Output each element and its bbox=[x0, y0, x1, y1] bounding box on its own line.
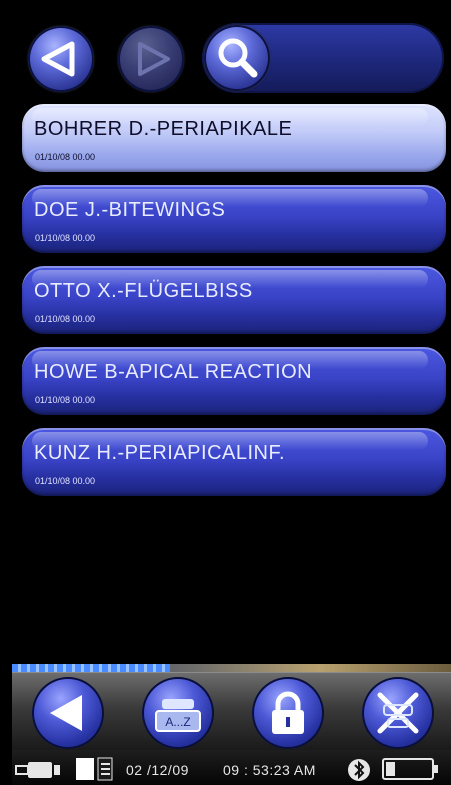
search-button[interactable] bbox=[204, 25, 270, 91]
sort-az-icon: A...Z bbox=[155, 699, 201, 732]
battery-indicator bbox=[382, 758, 438, 780]
record-item[interactable]: DOE J.-BITEWINGS 01/10/08 00.00 bbox=[22, 185, 446, 253]
record-date: 01/10/08 00.00 bbox=[35, 314, 96, 324]
search-input[interactable] bbox=[282, 36, 436, 82]
toolbar-back-button[interactable] bbox=[32, 677, 104, 749]
forward-button[interactable] bbox=[118, 26, 184, 92]
bluetooth-icon bbox=[348, 759, 370, 781]
status-bar: 02 /12/09 09 : 53:23 AM bbox=[12, 750, 451, 785]
record-date: 01/10/08 00.00 bbox=[35, 395, 96, 405]
record-item[interactable]: BOHRER D.-PERIAPIKALE 01/10/08 00.00 bbox=[22, 104, 446, 172]
record-name: OTTO X.-FLÜGELBIß bbox=[34, 280, 253, 302]
sort-az-button[interactable]: A...Z bbox=[142, 677, 214, 749]
record-name: HOWE B-APICAL REACTION bbox=[34, 361, 313, 383]
sort-label: A...Z bbox=[165, 715, 190, 729]
record-date: 01/10/08 00.00 bbox=[35, 233, 96, 243]
back-button[interactable] bbox=[28, 26, 94, 92]
arrow-left-icon bbox=[50, 695, 82, 731]
record-name: DOE J.-BITEWINGS bbox=[34, 199, 226, 221]
lock-icon bbox=[272, 691, 304, 734]
record-item[interactable]: HOWE B-APICAL REACTION 01/10/08 00.00 bbox=[22, 347, 446, 415]
cancel-button[interactable] bbox=[362, 677, 434, 749]
progress-bar bbox=[12, 664, 451, 672]
progress-fill bbox=[12, 664, 171, 672]
record-name: KUNZ H.-PERIAPICALINF. bbox=[34, 442, 286, 464]
record-name: BOHRER D.-PERIAPIKALE bbox=[34, 118, 293, 140]
screen: BOHRER D.-PERIAPIKALE 01/10/08 00.00 DOE J… bbox=[12, 0, 451, 785]
triangle-right-icon bbox=[138, 42, 170, 76]
cancel-x-icon bbox=[377, 692, 419, 734]
record-item[interactable]: OTTO X.-FLÜGELBIß 01/10/08 00.00 bbox=[22, 266, 446, 334]
record-date: 01/10/08 00.00 bbox=[35, 152, 96, 162]
status-time: 09 : 53:23 AM bbox=[223, 762, 316, 778]
bottom-toolbar: A...Z bbox=[12, 672, 451, 751]
status-date: 02 /12/09 bbox=[126, 762, 189, 778]
usb-icon bbox=[15, 762, 60, 778]
record-item[interactable]: KUNZ H.-PERIAPICALINF. 01/10/08 00.00 bbox=[22, 428, 446, 496]
lock-button[interactable] bbox=[252, 677, 324, 749]
triangle-left-icon bbox=[41, 41, 75, 77]
battery-level bbox=[386, 762, 395, 776]
record-date: 01/10/08 00.00 bbox=[35, 476, 96, 486]
magnifier-icon bbox=[218, 38, 258, 78]
memory-card-icon bbox=[76, 757, 113, 781]
top-navigation bbox=[12, 22, 451, 94]
